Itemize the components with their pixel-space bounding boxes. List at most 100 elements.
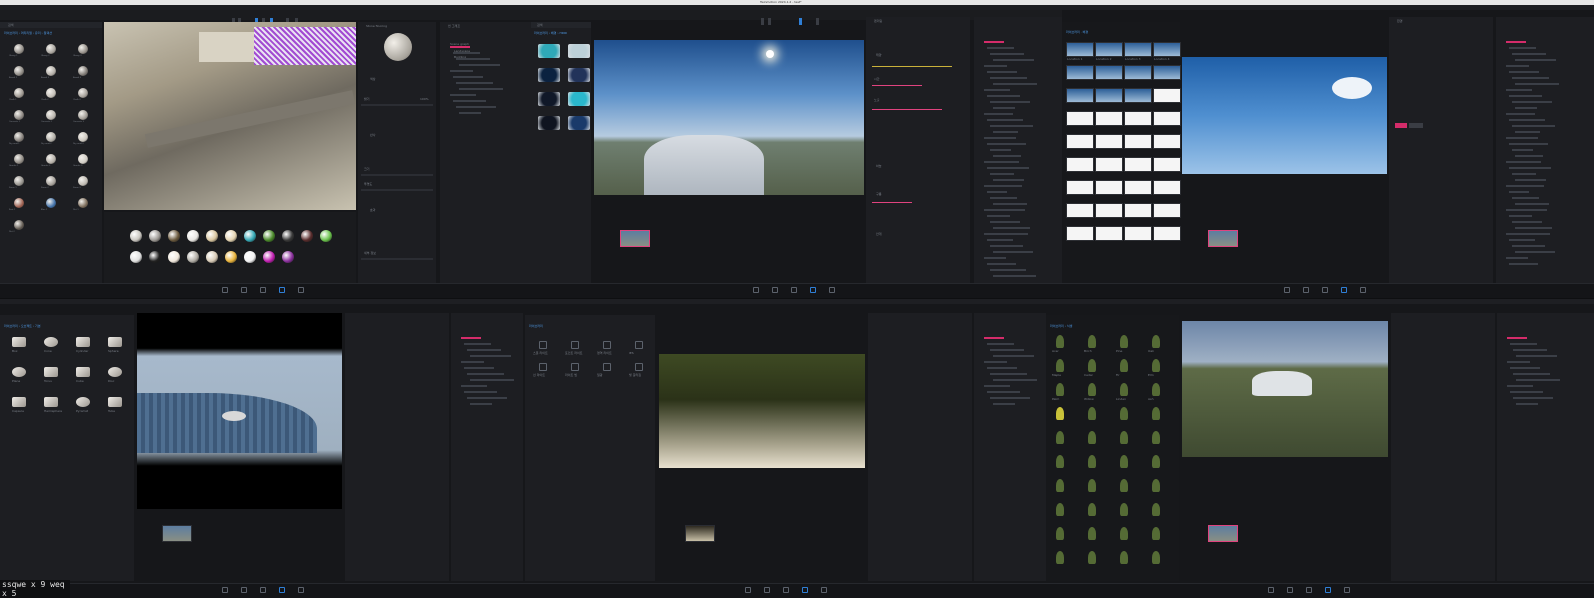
- scene-graph-row[interactable]: [990, 53, 1024, 55]
- tree-asset[interactable]: [1120, 335, 1128, 348]
- scene-graph-row[interactable]: [1506, 185, 1544, 187]
- viewport[interactable]: [1182, 321, 1388, 457]
- object-primitive[interactable]: [76, 337, 90, 347]
- tree-asset[interactable]: [1088, 527, 1096, 540]
- dock-tab-icon[interactable]: [241, 287, 247, 293]
- dock-tab-icon[interactable]: [1306, 587, 1312, 593]
- background-thumbnail[interactable]: [1124, 88, 1152, 103]
- scene-graph-row[interactable]: [1506, 137, 1538, 139]
- background-thumbnail[interactable]: [1153, 226, 1181, 241]
- hdri-swatch[interactable]: [568, 116, 590, 130]
- material-strip-swatch[interactable]: [130, 251, 142, 263]
- material-swatch[interactable]: [46, 44, 56, 54]
- scene-graph-row[interactable]: [1515, 59, 1556, 61]
- scene-graph-row[interactable]: [1512, 173, 1536, 175]
- scene-graph-row[interactable]: [993, 107, 1015, 109]
- tree-asset[interactable]: [1152, 503, 1160, 516]
- dock-tab-icon[interactable]: [802, 587, 808, 593]
- material-strip-swatch[interactable]: [206, 251, 218, 263]
- scene-graph-row[interactable]: [1506, 257, 1528, 259]
- background-thumbnail[interactable]: [1066, 134, 1094, 149]
- scene-graph-row[interactable]: [993, 83, 1037, 85]
- scene-graph-row[interactable]: [464, 367, 494, 369]
- material-strip-swatch[interactable]: [187, 230, 199, 242]
- scene-graph-row[interactable]: [993, 275, 1036, 277]
- dock-tab-icon[interactable]: [298, 587, 304, 593]
- tree-asset[interactable]: [1088, 455, 1096, 468]
- scene-graph-row[interactable]: [467, 397, 507, 399]
- object-primitive[interactable]: [12, 397, 26, 407]
- scene-graph-row[interactable]: [993, 403, 1015, 405]
- scene-graph-row[interactable]: [1515, 179, 1546, 181]
- scene-graph-row[interactable]: [1515, 83, 1559, 85]
- light-type-icon[interactable]: [539, 341, 547, 349]
- scene-graph-row[interactable]: [464, 343, 491, 345]
- scene-graph-row[interactable]: [470, 403, 492, 405]
- dock-tab-icon[interactable]: [1284, 287, 1290, 293]
- scene-graph-row[interactable]: [993, 203, 1027, 205]
- background-thumbnail[interactable]: [1153, 88, 1181, 103]
- background-thumbnail[interactable]: [1124, 226, 1152, 241]
- material-swatch[interactable]: [14, 66, 24, 76]
- viewport-thumbnail[interactable]: [1208, 525, 1238, 542]
- scene-graph-row[interactable]: [984, 113, 1013, 115]
- scene-graph-row[interactable]: [1510, 367, 1540, 369]
- scene-graph-row[interactable]: [464, 391, 497, 393]
- viewport-thumbnail[interactable]: [1208, 230, 1238, 247]
- background-thumbnail[interactable]: [1066, 180, 1094, 195]
- material-strip-swatch[interactable]: [206, 230, 218, 242]
- scene-graph-row[interactable]: [1509, 191, 1529, 193]
- material-swatch[interactable]: [78, 88, 88, 98]
- dock-tab-icon[interactable]: [791, 287, 797, 293]
- hdri-swatch[interactable]: [538, 68, 560, 82]
- scene-graph-row[interactable]: [450, 46, 470, 48]
- background-thumbnail[interactable]: [1124, 65, 1152, 80]
- scene-graph-row[interactable]: [1515, 227, 1552, 229]
- scene-graph-row[interactable]: [1512, 77, 1549, 79]
- scene-graph-row[interactable]: [990, 349, 1024, 351]
- scene-graph-row[interactable]: [984, 385, 1010, 387]
- scene-graph-row[interactable]: [990, 221, 1020, 223]
- scene-graph-row[interactable]: [1506, 113, 1535, 115]
- scene-graph-row[interactable]: [990, 149, 1011, 151]
- scene-graph-row[interactable]: [990, 101, 1030, 103]
- tree-asset[interactable]: [1152, 383, 1160, 396]
- material-swatch[interactable]: [14, 88, 24, 98]
- scene-graph-row[interactable]: [987, 143, 1026, 145]
- dock-tab-icon[interactable]: [1360, 287, 1366, 293]
- dock-tab-icon[interactable]: [1325, 587, 1331, 593]
- scene-graph-row[interactable]: [993, 131, 1018, 133]
- material-swatch[interactable]: [46, 110, 56, 120]
- dock-tab-icon[interactable]: [772, 287, 778, 293]
- material-swatch[interactable]: [78, 110, 88, 120]
- background-thumbnail[interactable]: [1095, 65, 1123, 80]
- slider-exposure[interactable]: [872, 109, 942, 110]
- object-primitive[interactable]: [12, 367, 26, 377]
- light-type-icon[interactable]: [571, 363, 579, 371]
- material-strip-swatch[interactable]: [244, 230, 256, 242]
- background-thumbnail[interactable]: [1095, 180, 1123, 195]
- tree-asset[interactable]: [1088, 551, 1096, 564]
- scene-graph-row[interactable]: [1506, 209, 1547, 211]
- scene-graph-row[interactable]: [987, 239, 1013, 241]
- tree-asset[interactable]: [1056, 455, 1064, 468]
- material-swatch[interactable]: [14, 198, 24, 208]
- scene-graph-row[interactable]: [984, 233, 1028, 235]
- slider-size[interactable]: [361, 174, 433, 176]
- scene-graph-row[interactable]: [1510, 391, 1543, 393]
- scene-graph-row[interactable]: [984, 185, 1022, 187]
- tree-asset[interactable]: [1152, 407, 1160, 420]
- scene-graph-row[interactable]: [1509, 71, 1539, 73]
- tree-asset[interactable]: [1120, 527, 1128, 540]
- material-strip-swatch[interactable]: [263, 251, 275, 263]
- material-strip-swatch[interactable]: [225, 230, 237, 242]
- background-thumbnail[interactable]: [1095, 111, 1123, 126]
- material-strip-swatch[interactable]: [301, 230, 313, 242]
- light-type-icon[interactable]: [571, 341, 579, 349]
- scene-graph-row[interactable]: [453, 52, 480, 54]
- scene-graph-row[interactable]: [990, 77, 1027, 79]
- dock-tab-icon[interactable]: [1344, 587, 1350, 593]
- scene-graph-row[interactable]: [1509, 143, 1548, 145]
- background-thumbnail[interactable]: [1124, 180, 1152, 195]
- scene-graph-row[interactable]: [993, 155, 1021, 157]
